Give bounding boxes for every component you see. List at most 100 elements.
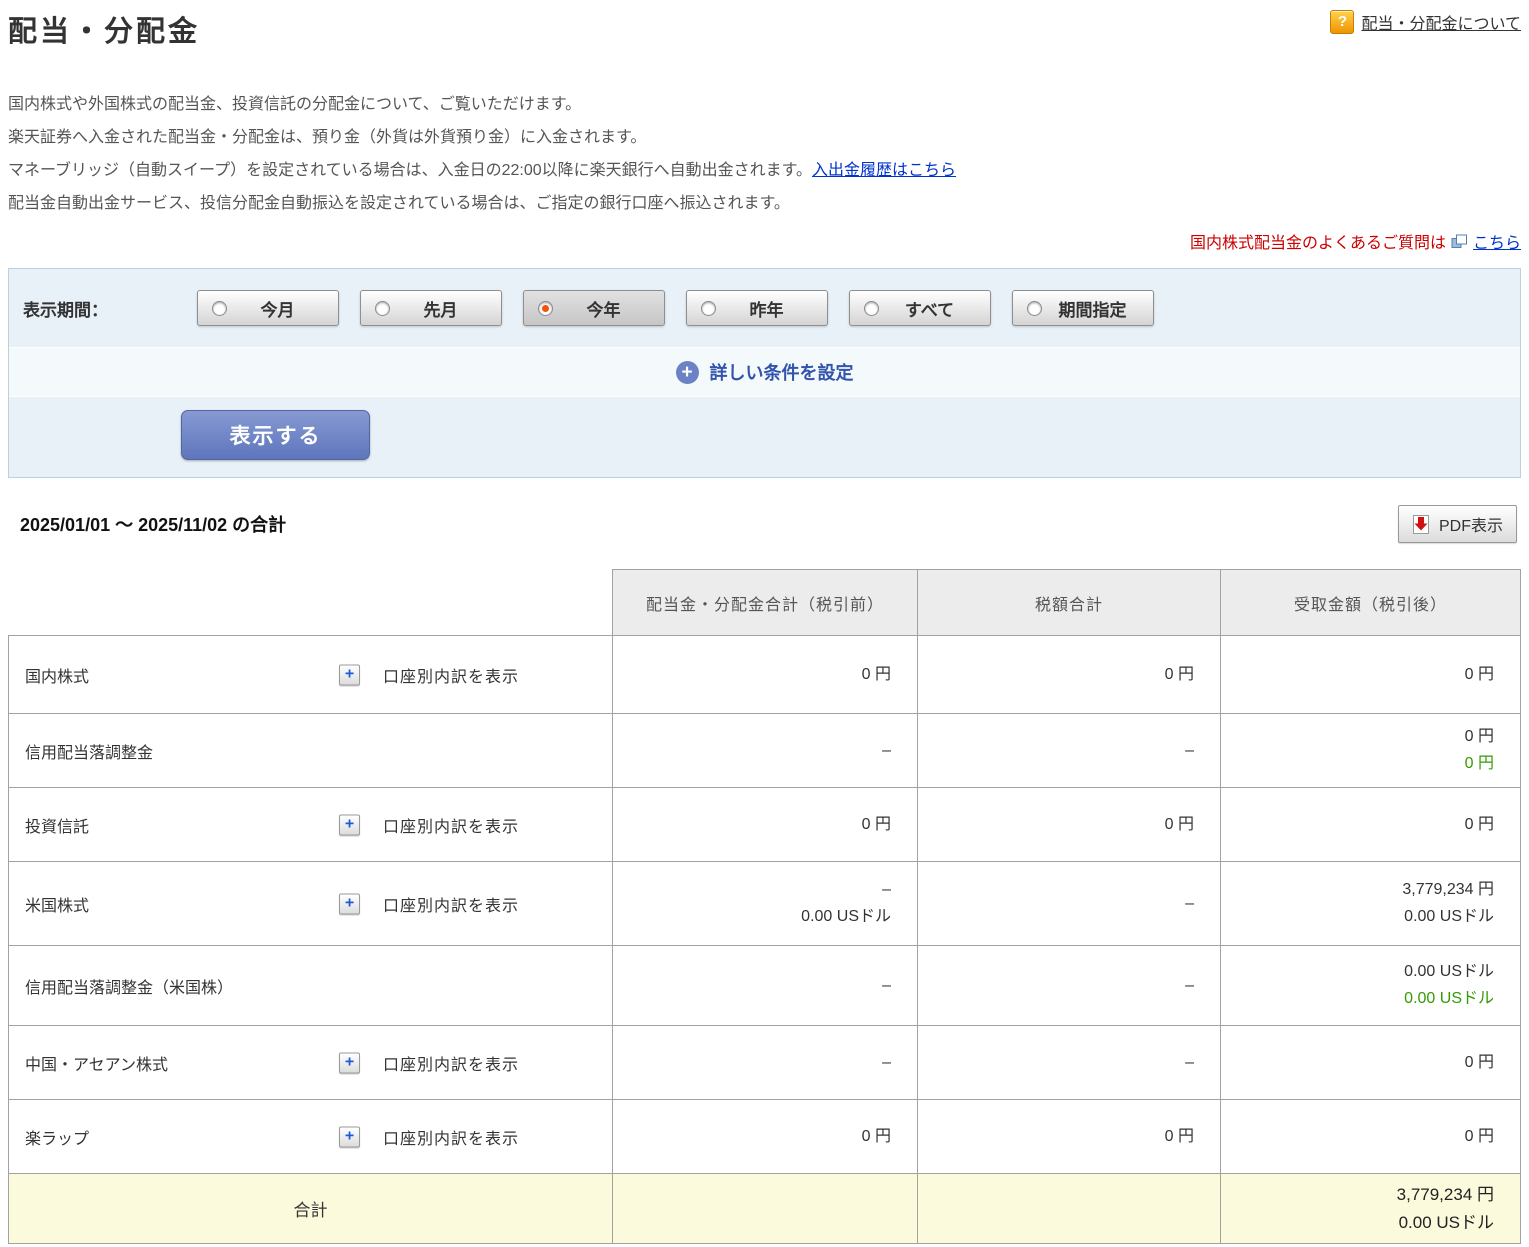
expand-plus-button[interactable]: + [339,664,360,685]
value-text: – [1185,894,1194,912]
period-label: 表示期間： [23,300,108,320]
value-cell: – [917,861,1220,945]
value-text: – [882,881,891,898]
filter-panel: 表示期間： 今月 先月 今年 昨年 すべて 期間指定 + 詳しい条件を設定 表示する [8,268,1521,478]
faq-link[interactable]: こちら [1473,229,1521,253]
intro-line-1: 国内株式や外国株式の配当金、投資信託の分配金について、ご覧いただけます。 [8,96,582,113]
period-option-5[interactable]: すべて [849,290,991,326]
value-cell: 0 円 [612,635,917,713]
period-option-label: 期間指定 [1058,300,1127,320]
value-cell: 0 円 [917,635,1220,713]
value-cell: – 0.00 USドル [612,861,917,945]
radio-icon [212,300,227,316]
radio-icon [538,300,553,316]
value-text: 0 円 [861,815,891,833]
expand-plus-button[interactable]: + [339,893,360,914]
col-header-pretax-total: 配当金・分配金合計（税引前） [612,569,917,635]
radio-icon [701,300,716,316]
row-label-cell: 信用配当落調整金 [8,713,612,787]
date-range-heading: 2025/01/01 ～ 2025/11/02 の合計 [20,515,287,535]
plus-circle-icon: + [675,360,699,384]
total-cell-tax [917,1173,1220,1243]
advanced-conditions-link[interactable]: + 詳しい条件を設定 [675,359,854,385]
value-text: – [1185,1053,1194,1071]
value-text: 0 円 [1464,815,1494,833]
display-button[interactable]: 表示する [181,410,370,460]
faq-note: 国内株式配当金のよくあるご質問は こちら [8,229,1521,253]
expand-plus-button[interactable]: + [339,814,360,835]
value-cell: 0 円 [612,787,917,861]
row-label: 投資信託 [25,818,90,836]
page-header: 配当・分配金 ? 配当・分配金について [8,6,1521,50]
value-text: – [882,1053,891,1071]
value-cell: – [917,945,1220,1025]
breakdown-toggle-label[interactable]: 口座別内訳を表示 [383,813,519,837]
pdf-button[interactable]: PDF表示 [1397,505,1517,543]
value-cell: 0 円 [1220,787,1521,861]
help-link[interactable]: ? 配当・分配金について [1330,10,1521,34]
period-option-4[interactable]: 昨年 [686,290,828,326]
dividend-table: 配当金・分配金合計（税引前） 税額合計 受取金額（税引後） 国内株式 + 口座別内訳… [8,569,1521,1244]
total-row-label: 合計 [8,1173,612,1243]
col-header-net-amount: 受取金額（税引後） [1220,569,1521,635]
page-title: 配当・分配金 [8,16,201,48]
help-link-label[interactable]: 配当・分配金について [1361,10,1521,34]
expand-plus-button[interactable]: + [339,1126,360,1147]
value-text: – [882,741,891,759]
intro-line-3-text: マネーブリッジ（自動スイープ）を設定されている場合は、入金日の22:00以降に楽… [8,162,813,179]
period-option-1[interactable]: 今月 [197,290,339,326]
value-cell: 0.00 USドル 0.00 USドル [1220,945,1521,1025]
period-option-label: 今年 [586,300,621,320]
value-text: 0.00 USドル [1404,963,1494,980]
breakdown-toggle-label[interactable]: 口座別内訳を表示 [383,1051,519,1075]
period-option-label: すべて [904,300,955,320]
period-option-6[interactable]: 期間指定 [1012,290,1154,326]
breakdown-toggle-label[interactable]: 口座別内訳を表示 [383,892,519,916]
value-cell: – [917,713,1220,787]
faq-text: 国内株式配当金のよくあるご質問は [1189,235,1446,252]
value-text: 0.00 USドル [801,908,891,925]
submit-row: 表示する [9,396,1520,477]
period-option-3[interactable]: 今年 [523,290,665,326]
advanced-conditions-label[interactable]: 詳しい条件を設定 [710,359,854,385]
period-option-label: 先月 [423,300,458,320]
value-text: 0 円 [1164,665,1194,683]
row-label-cell: 米国株式 + 口座別内訳を表示 [8,861,612,945]
intro-text: 国内株式や外国株式の配当金、投資信託の分配金について、ご覧いただけます。 楽天証… [8,88,1521,220]
radio-icon [1027,300,1042,316]
total-net-jpy: 3,779,234 円 [1396,1185,1494,1204]
row-label-cell: 中国・アセアン株式 + 口座別内訳を表示 [8,1025,612,1099]
row-label-cell: 信用配当落調整金（米国株） [8,945,612,1025]
value-text: 0.00 USドル [1404,990,1494,1007]
pdf-button-label[interactable]: PDF表示 [1439,512,1503,536]
value-text: 0 円 [1164,1127,1194,1145]
row-label: 中国・アセアン株式 [25,1056,169,1074]
value-text: – [1185,976,1194,994]
expand-plus-button[interactable]: + [339,1052,360,1073]
value-cell: – [917,1025,1220,1099]
row-label: 信用配当落調整金 [25,744,154,762]
row-label: 楽ラップ [25,1130,90,1148]
total-cell-net: 3,779,234 円 0.00 USドル [1220,1173,1521,1243]
value-cell: – [612,945,917,1025]
radio-icon [864,300,879,316]
value-text: 0 円 [1464,1053,1494,1071]
deposit-history-link[interactable]: 入出金履歴はこちら [812,162,956,179]
period-options: 今月 先月 今年 昨年 すべて 期間指定 [197,290,1154,326]
breakdown-toggle-label[interactable]: 口座別内訳を表示 [383,1125,519,1149]
table-header-spacer [8,569,612,635]
value-cell: – [612,713,917,787]
period-option-2[interactable]: 先月 [360,290,502,326]
row-label-cell: 国内株式 + 口座別内訳を表示 [8,635,612,713]
value-cell: 0 円 [917,1099,1220,1173]
breakdown-toggle-label[interactable]: 口座別内訳を表示 [383,663,519,687]
summary-row: 2025/01/01 ～ 2025/11/02 の合計 PDF表示 [8,505,1521,543]
period-option-label: 昨年 [749,300,784,320]
value-text: 0 円 [861,1127,891,1145]
intro-line-3: マネーブリッジ（自動スイープ）を設定されている場合は、入金日の22:00以降に楽… [8,154,1521,187]
total-net-usd: 0.00 USドル [1398,1213,1494,1232]
value-text: 3,779,234 円 [1402,881,1494,898]
value-cell: 0 円 [917,787,1220,861]
value-text: 0 円 [861,665,891,683]
col-header-tax-total: 税額合計 [917,569,1220,635]
